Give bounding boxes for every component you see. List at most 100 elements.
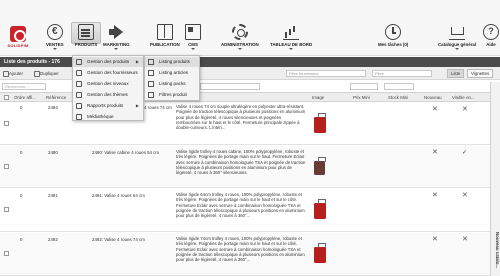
cell-name: 2490: Valise cabine 4 roues 54 cm — [92, 150, 160, 155]
row-checkbox[interactable] — [4, 251, 9, 256]
nav-ventes[interactable]: € VENTES — [46, 24, 64, 50]
column-header-visible[interactable]: Visible en... — [452, 95, 475, 100]
cell-ordre: 0 — [20, 150, 23, 155]
menu-item-label: Rapports produits — [87, 103, 124, 108]
visible-flag-icon: ✕ — [462, 236, 468, 243]
suitcase-icon — [314, 199, 326, 219]
dashboard-icon — [283, 24, 300, 40]
list-view-button[interactable]: Liste — [447, 69, 465, 78]
nav-mes-taches[interactable]: Mes tâches (0) — [378, 24, 408, 47]
clock-icon — [385, 24, 402, 40]
nav-cms[interactable]: CMS — [185, 24, 201, 50]
cell-ordre: 0 — [20, 237, 23, 242]
report-icon — [76, 103, 82, 109]
cell-description: Valise rigide trolley 4 roues cabine, 10… — [176, 149, 306, 176]
chevron-down-icon — [52, 48, 57, 50]
cell-reference: 2484 — [48, 105, 58, 110]
column-header-ordre[interactable]: Ordre affi... — [14, 95, 36, 100]
select-all-checkbox[interactable] — [4, 95, 9, 100]
thumbnail-view-button[interactable]: Vignettes — [467, 69, 494, 78]
column-header-stock-mini[interactable]: Stock Mini — [388, 95, 408, 100]
gestion-produits-submenu: Listing produits Listing articles Listin… — [144, 55, 200, 101]
media-icon — [76, 114, 82, 120]
chevron-right-icon: ▶ — [135, 103, 139, 108]
menu-item-mediatheque[interactable]: Médiathèque — [73, 112, 143, 122]
menu-item-gestion-fournisseurs[interactable]: Gestion des fournisseurs — [73, 68, 143, 78]
row-checkbox[interactable] — [4, 207, 9, 212]
app-name: SOLIDPIM — [7, 43, 29, 48]
menu-item-rapports-produits[interactable]: Rapports produits ▶ — [73, 101, 143, 111]
help-icon: ? — [483, 24, 499, 40]
nav-administration[interactable]: ADMINISTRATION — [221, 24, 259, 50]
add-button[interactable]: Ajouter — [2, 70, 25, 78]
chevron-down-icon — [237, 48, 242, 50]
nav-publication-label: PUBLICATION — [150, 42, 180, 47]
menu-item-gestion-niveaux[interactable]: Gestion des niveaux — [73, 79, 143, 89]
cell-description: Valise 4 roues 74 cm souple ultraléqère … — [176, 104, 306, 131]
cell-name: 2492: Valise 4 roues 74 cm — [92, 237, 145, 242]
menu-item-label: Gestion des niveaux — [87, 81, 129, 86]
suitcase-icon — [314, 113, 326, 133]
column-filter[interactable] — [200, 83, 260, 90]
menu-item-label: Gestion des fournisseurs — [87, 70, 138, 75]
column-filter[interactable] — [384, 83, 414, 90]
column-header-image[interactable]: Image — [312, 95, 324, 100]
nav-produits-label: PRODUITS — [74, 42, 98, 47]
catalog-side-tab[interactable]: Nouveau catalo... — [490, 82, 500, 276]
nav-tableau-label: TABLEAU DE BORD — [270, 42, 313, 47]
column-header-nouveau[interactable]: Nouveau — [424, 95, 442, 100]
nav-catalogue[interactable]: Catalogue général — [438, 24, 476, 50]
products-icon — [78, 24, 94, 40]
column-filter[interactable] — [350, 83, 378, 90]
megaphone-icon — [108, 24, 124, 40]
logo-icon — [10, 26, 26, 42]
column-header-reference[interactable]: Référence — [46, 95, 66, 100]
submenu-item-filtres-produit[interactable]: Filtres produit — [145, 90, 199, 100]
euro-icon: € — [46, 24, 63, 40]
column-header-prix-mini[interactable]: Prix Mini — [353, 95, 370, 100]
submenu-item-listing-packs[interactable]: Listing packs — [145, 79, 199, 89]
row-checkbox[interactable] — [4, 164, 9, 169]
visible-flag-icon: ✕ — [462, 192, 468, 199]
nav-tableau-de-bord[interactable]: TABLEAU DE BORD — [270, 24, 312, 50]
product-thumbnail[interactable] — [312, 113, 328, 133]
page-title: Liste des produits - 176 — [4, 59, 60, 65]
suitcase-icon — [314, 243, 326, 263]
product-thumbnail[interactable] — [312, 156, 328, 176]
cell-reference: 2491 — [48, 193, 58, 198]
table-row[interactable]: 0 2491 2491: Valise 4 roues 64 cm Valise… — [0, 189, 490, 232]
nouveau-flag-icon: ✕ — [432, 106, 438, 113]
nav-administration-label: ADMINISTRATION — [221, 42, 259, 47]
chevron-down-icon — [114, 48, 119, 50]
submenu-item-listing-produits[interactable]: Listing produits — [145, 57, 199, 67]
nav-catalogue-label: Catalogue général — [438, 42, 477, 47]
nouveau-flag-icon: ✕ — [432, 192, 438, 199]
list-icon — [148, 70, 154, 76]
suitcase-icon — [314, 157, 326, 175]
supplier-icon — [76, 70, 82, 76]
menu-item-gestion-produits[interactable]: Gestion des produits ▶ — [73, 57, 143, 67]
submenu-item-listing-articles[interactable]: Listing articles — [145, 68, 199, 78]
cell-name: 2491: Valise 4 roues 64 cm — [92, 193, 145, 198]
nav-marketing[interactable]: MARKETING — [103, 24, 130, 50]
app-logo[interactable]: SOLIDPIM — [3, 26, 33, 48]
duplicate-button[interactable]: Dupliquer — [33, 70, 61, 78]
submenu-item-label: Listing produits — [159, 59, 190, 64]
search-input[interactable]: Rechercher... — [2, 83, 46, 90]
nav-produits[interactable]: PRODUITS — [71, 22, 101, 47]
table-row[interactable]: 0 2492 2492: Valise 4 roues 74 cm Valise… — [0, 233, 490, 276]
nav-publication[interactable]: PUBLICATION — [150, 24, 180, 47]
supplier-filter[interactable]: Filtre fournisseur — [286, 70, 366, 77]
nav-aide[interactable]: ? Aide — [483, 24, 499, 47]
cell-ordre: 0 — [20, 193, 23, 198]
visible-check-icon: ✓ — [462, 150, 468, 156]
chevron-down-icon — [455, 48, 460, 50]
menu-item-gestion-themes[interactable]: Gestion des thèmes — [73, 90, 143, 100]
theme-icon — [76, 92, 82, 98]
product-thumbnail[interactable] — [312, 243, 328, 263]
table-row[interactable]: 0 2490 2490: Valise cabine 4 roues 54 cm… — [0, 146, 490, 188]
product-thumbnail[interactable] — [312, 199, 328, 219]
other-filter[interactable]: Filtre — [372, 70, 432, 77]
row-checkbox[interactable] — [4, 121, 9, 126]
filter-icon — [148, 92, 154, 98]
